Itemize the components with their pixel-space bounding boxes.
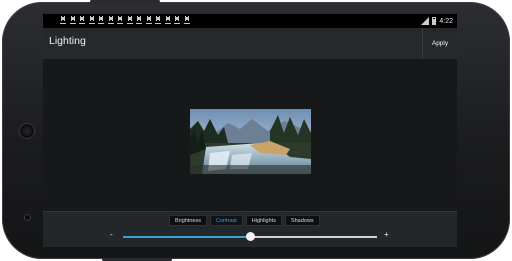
decrease-label[interactable]: - xyxy=(110,231,113,239)
battery-icon xyxy=(432,17,437,25)
screen: 4:22 Lighting Apply Brightness Contrast … xyxy=(43,14,457,247)
tab-shadows[interactable]: Shadows xyxy=(284,215,320,226)
download-icon xyxy=(155,16,161,24)
download-icon xyxy=(79,16,85,24)
download-icon xyxy=(69,16,76,24)
slider-thumb[interactable] xyxy=(245,232,255,241)
front-speaker-icon xyxy=(20,124,34,138)
download-icon xyxy=(126,16,133,24)
download-icon xyxy=(117,16,123,24)
increase-label[interactable]: + xyxy=(384,231,389,239)
tab-contrast[interactable]: Contrast xyxy=(210,215,243,226)
page-title: Lighting xyxy=(49,35,86,47)
download-icon xyxy=(145,16,152,24)
download-icon xyxy=(164,16,171,24)
download-icon xyxy=(60,16,66,24)
front-camera-icon xyxy=(25,215,30,220)
download-icon xyxy=(88,16,95,24)
download-icon xyxy=(174,16,180,24)
phone-device-frame: 4:22 Lighting Apply Brightness Contrast … xyxy=(2,0,510,261)
download-icon xyxy=(98,16,104,24)
slider-fill xyxy=(123,236,250,238)
download-icon xyxy=(107,16,114,24)
adjust-panel: Brightness Contrast Highlights Shadows -… xyxy=(43,211,457,247)
status-right: 4:22 xyxy=(421,15,453,27)
contrast-slider[interactable] xyxy=(123,232,377,241)
signal-icon xyxy=(421,17,430,25)
landscape-photo-image xyxy=(190,109,311,174)
status-bar: 4:22 xyxy=(43,14,457,28)
adjust-tabs: Brightness Contrast Highlights Shadows xyxy=(169,215,320,226)
download-icon xyxy=(136,16,142,24)
power-button xyxy=(90,0,160,3)
tab-brightness[interactable]: Brightness xyxy=(169,215,207,226)
status-clock: 4:22 xyxy=(439,17,453,25)
landscape-photo[interactable] xyxy=(190,109,311,174)
photo-canvas xyxy=(43,59,457,211)
action-bar: Lighting Apply xyxy=(43,28,457,60)
download-icon xyxy=(183,16,190,24)
tab-highlights[interactable]: Highlights xyxy=(245,215,282,226)
apply-button[interactable]: Apply xyxy=(422,28,457,59)
